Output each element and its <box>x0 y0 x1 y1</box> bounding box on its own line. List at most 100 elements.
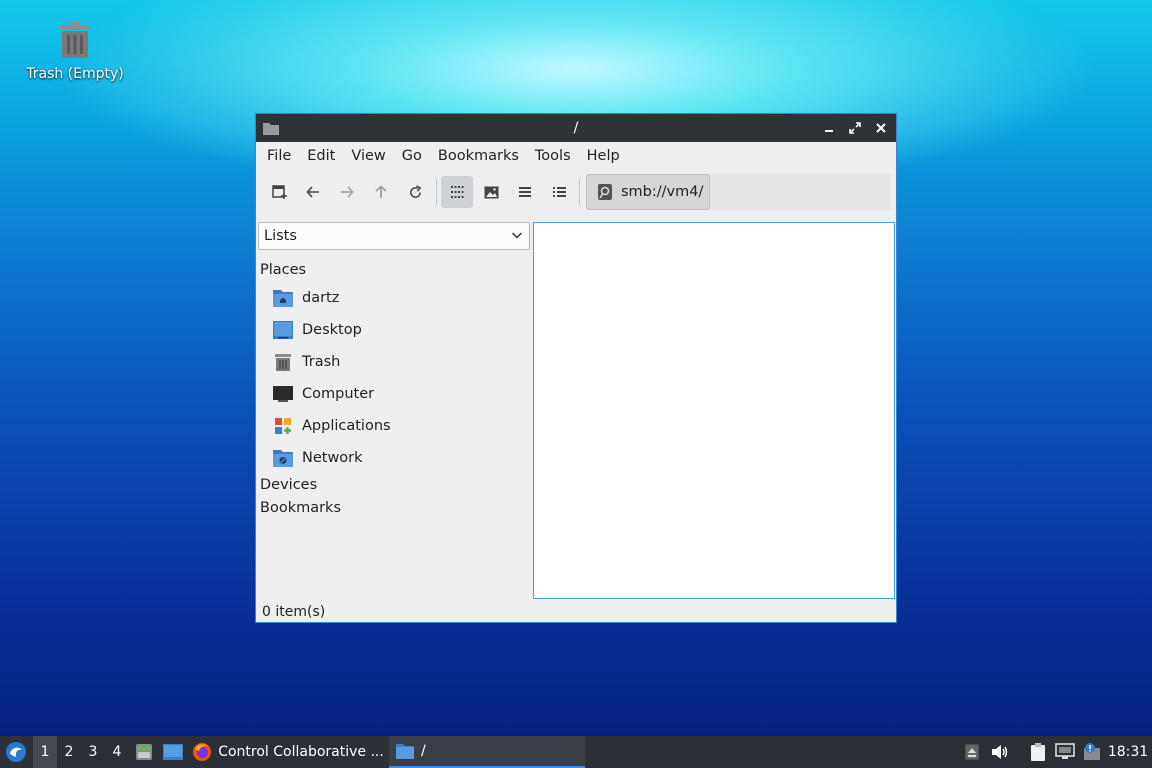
path-crumb-button[interactable]: smb://vm4/ <box>586 174 710 210</box>
compact-view-button[interactable] <box>509 176 541 208</box>
new-window-icon <box>272 185 287 199</box>
place-network[interactable]: Network <box>272 443 522 473</box>
tray-volume-button[interactable] <box>989 736 1011 768</box>
network-drive-icon <box>598 184 612 200</box>
file-cabinet-icon <box>136 744 152 760</box>
workspace-4[interactable]: 4 <box>105 736 129 768</box>
quicklaunch-file-manager[interactable] <box>132 736 156 768</box>
tray-clipboard-button[interactable] <box>1027 736 1049 768</box>
place-applications[interactable]: Applications <box>272 411 522 441</box>
folder-view[interactable] <box>533 222 895 599</box>
side-pane: Lists Places dartz Desktop Trash Compute… <box>257 222 531 602</box>
start-menu-button[interactable] <box>2 736 30 768</box>
menu-help[interactable]: Help <box>579 148 628 164</box>
desktop-icon <box>163 744 183 760</box>
detailed-view-button[interactable] <box>543 176 575 208</box>
maximize-icon <box>849 122 861 134</box>
arrow-right-icon <box>341 186 354 198</box>
section-places[interactable]: Places <box>260 262 306 278</box>
eject-icon <box>965 744 979 760</box>
reload-button[interactable] <box>399 176 431 208</box>
network-folder-icon <box>272 447 294 469</box>
menu-bookmarks[interactable]: Bookmarks <box>430 148 527 164</box>
quicklaunch-show-desktop[interactable] <box>160 736 186 768</box>
trash-icon <box>272 351 294 373</box>
lxqt-logo-icon <box>6 742 26 762</box>
place-label: Applications <box>302 418 391 434</box>
thumbnail-view-button[interactable] <box>475 176 507 208</box>
image-icon <box>484 186 498 198</box>
workspace-3[interactable]: 3 <box>81 736 105 768</box>
task-file-manager[interactable]: / <box>389 736 585 768</box>
menu-edit[interactable]: Edit <box>299 148 343 164</box>
place-home[interactable]: dartz <box>272 283 522 313</box>
status-bar-text: 0 item(s) <box>262 604 326 620</box>
task-firefox[interactable]: Control Collaborative ... <box>191 736 385 768</box>
up-button[interactable] <box>365 176 397 208</box>
desktop-trash-icon[interactable]: Trash (Empty) <box>22 20 128 82</box>
desktop-trash-label: Trash (Empty) <box>26 66 124 82</box>
firefox-icon <box>193 743 212 761</box>
tray-network-button[interactable] <box>1053 736 1077 768</box>
menu-go[interactable]: Go <box>394 148 430 164</box>
chevron-down-icon <box>511 232 523 239</box>
menu-bar: File Edit View Go Bookmarks Tools Help <box>256 142 896 170</box>
side-pane-mode-value: Lists <box>264 228 297 244</box>
task-label: Control Collaborative ... <box>218 744 384 760</box>
minimize-icon <box>825 130 833 132</box>
computer-icon <box>272 383 294 405</box>
back-button[interactable] <box>297 176 329 208</box>
detailed-list-icon <box>552 187 566 197</box>
arrow-left-icon <box>306 186 319 198</box>
network-icon <box>1055 743 1075 759</box>
new-window-button[interactable] <box>264 176 296 208</box>
place-label: dartz <box>302 290 340 306</box>
applications-icon <box>272 415 294 437</box>
icon-view-button[interactable] <box>441 176 473 208</box>
menu-view[interactable]: View <box>343 148 393 164</box>
workspace-2[interactable]: 2 <box>57 736 81 768</box>
toolbar: smb://vm4/ <box>256 170 896 214</box>
toolbar-separator <box>579 178 580 206</box>
folder-icon <box>396 744 414 759</box>
title-bar[interactable]: / <box>256 114 896 142</box>
taskbar: 1 2 3 4 Control Collaborative ... / 18:3… <box>0 736 1152 768</box>
path-text: smb://vm4/ <box>621 184 704 200</box>
volume-icon <box>992 745 1008 759</box>
list-icon <box>519 187 531 197</box>
place-label: Trash <box>302 354 341 370</box>
tray-notification-button[interactable] <box>1080 736 1104 768</box>
update-notification-icon <box>1084 743 1100 760</box>
path-bar: smb://vm4/ <box>586 174 890 210</box>
menu-tools[interactable]: Tools <box>527 148 579 164</box>
clock[interactable]: 18:31 <box>1106 736 1150 768</box>
tray-eject-button[interactable] <box>962 736 982 768</box>
close-icon <box>876 123 886 133</box>
place-label: Desktop <box>302 322 362 338</box>
menu-file[interactable]: File <box>259 148 299 164</box>
section-devices[interactable]: Devices <box>260 477 317 493</box>
place-label: Network <box>302 450 363 466</box>
place-computer[interactable]: Computer <box>272 379 522 409</box>
grid-icon <box>451 186 464 198</box>
desktop-icon <box>272 319 294 341</box>
maximize-button[interactable] <box>846 119 864 137</box>
place-trash[interactable]: Trash <box>272 347 522 377</box>
place-desktop[interactable]: Desktop <box>272 315 522 345</box>
clipboard-icon <box>1031 743 1045 761</box>
place-label: Computer <box>302 386 375 402</box>
trash-icon <box>60 22 90 58</box>
forward-button[interactable] <box>331 176 363 208</box>
reload-icon <box>409 184 421 198</box>
minimize-button[interactable] <box>820 119 838 137</box>
file-manager-window: / File Edit View Go Bookmarks Tools Help <box>255 113 897 623</box>
close-button[interactable] <box>872 119 890 137</box>
task-label: / <box>421 743 426 759</box>
section-bookmarks[interactable]: Bookmarks <box>260 500 341 516</box>
side-pane-mode-select[interactable]: Lists <box>258 222 530 250</box>
home-folder-icon <box>272 287 294 309</box>
arrow-up-icon <box>375 185 387 198</box>
window-title: / <box>573 120 579 136</box>
toolbar-separator <box>436 178 437 206</box>
workspace-1[interactable]: 1 <box>33 736 57 768</box>
